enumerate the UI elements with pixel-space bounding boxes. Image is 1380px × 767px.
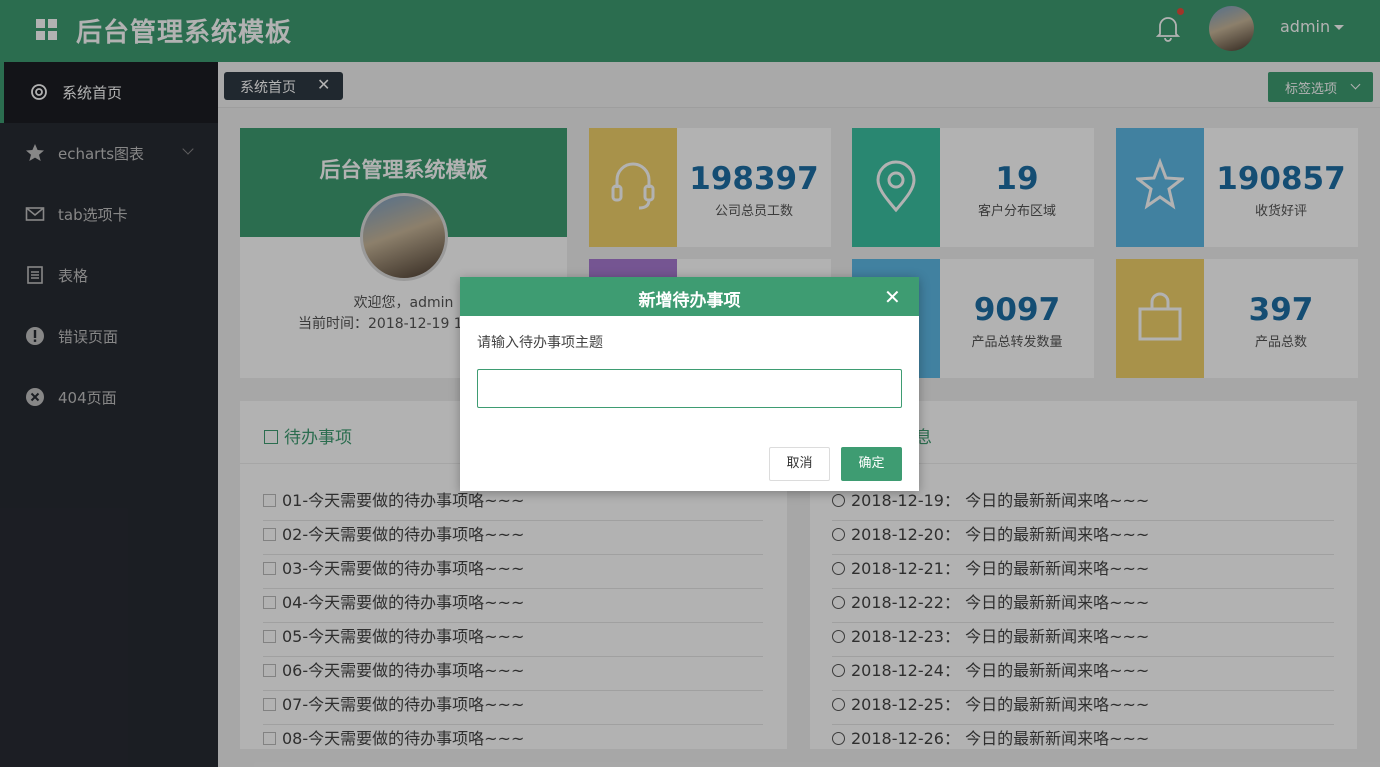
dialog-header: 新增待办事项 ✕ [460, 277, 919, 316]
dialog-prompt: 请输入待办事项主题 [477, 335, 603, 351]
confirm-button[interactable]: 确定 [841, 447, 902, 481]
add-todo-dialog: 新增待办事项 ✕ 请输入待办事项主题 取消 确定 [460, 277, 919, 491]
dialog-title: 新增待办事项 [638, 291, 741, 311]
close-icon[interactable]: ✕ [884, 285, 901, 309]
cancel-button[interactable]: 取消 [769, 447, 830, 481]
todo-subject-input[interactable] [477, 369, 902, 408]
